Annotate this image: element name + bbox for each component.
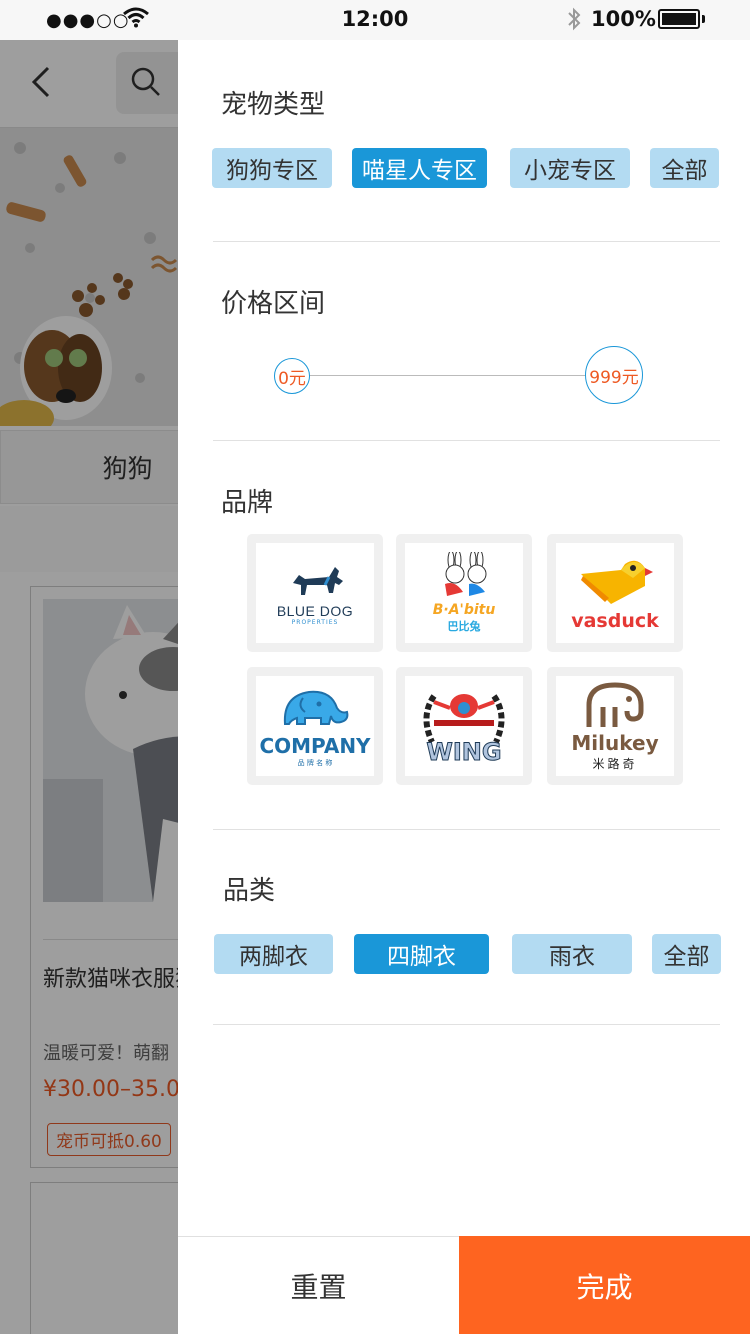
brand-logo: COMPANY 品 牌 名 称 [256,676,374,776]
chip-small-pet-zone[interactable]: 小宠专区 [510,148,630,188]
reset-button[interactable]: 重置 [178,1237,459,1334]
rabbit-couple-icon [445,552,487,596]
brand-blue-dog[interactable]: BLUE DOG PROPERTIES [247,534,383,652]
brand-wing[interactable]: WING [396,667,532,785]
chip-category-all[interactable]: 全部 [652,934,721,974]
bluetooth-icon [566,7,582,35]
brand-name: WING [426,738,502,767]
duck-icon [581,560,653,604]
brand-logo: B·A'bitu 巴比兔 [405,543,523,643]
brand-name: COMPANY [259,734,371,758]
brand-vasduck[interactable]: vasduck [547,534,683,652]
price-slider-track[interactable] [292,375,614,376]
elephant-icon [283,690,349,725]
price-range-title: 价格区间 [221,289,326,319]
chip-raincoat[interactable]: 雨衣 [512,934,632,974]
price-min-handle[interactable]: 0元 [274,358,310,394]
brand-logo: Milukey 米路奇 [556,676,674,776]
category-title: 品类 [223,876,276,906]
elephant-outline-icon [586,681,644,727]
brand-babitu[interactable]: B·A'bitu 巴比兔 [396,534,532,652]
status-bar: ●●●○○ 12:00 100% [0,0,750,40]
brand-logo: WING [405,676,523,776]
battery-percentage: 100% [591,7,656,31]
brand-logo: BLUE DOG PROPERTIES [256,543,374,643]
battery-tip [702,15,705,23]
brand-company[interactable]: COMPANY 品 牌 名 称 [247,667,383,785]
filter-drawer: 宠物类型 狗狗专区 喵星人专区 小宠专区 全部 价格区间 0元 999元 品牌 … [178,40,750,1334]
chip-dog-zone[interactable]: 狗狗专区 [212,148,332,188]
brand-name: B·A'bitu [432,602,496,618]
brand-logo: vasduck [556,543,674,643]
chip-cat-zone[interactable]: 喵星人专区 [352,148,487,188]
brand-sub: 巴比兔 [447,620,481,633]
price-max-handle[interactable]: 999元 [585,346,643,404]
section-divider [213,829,720,830]
section-divider [213,241,720,242]
chip-pet-all[interactable]: 全部 [650,148,719,188]
done-button[interactable]: 完成 [459,1236,750,1334]
brand-name: Milukey [571,730,659,755]
brand-sub: 品 牌 名 称 [297,759,333,767]
chip-two-leg-clothes[interactable]: 两脚衣 [214,934,333,974]
brand-sub: PROPERTIES [291,618,339,626]
battery-icon [658,9,700,29]
brand-milukey[interactable]: Milukey 米路奇 [547,667,683,785]
brand-name: BLUE DOG [276,602,354,619]
pet-type-title: 宠物类型 [221,90,326,120]
section-divider [213,440,720,441]
filter-action-bar: 重置 完成 [178,1236,750,1334]
brand-title: 品牌 [221,488,274,518]
brand-name: vasduck [571,610,659,632]
chip-four-leg-clothes[interactable]: 四脚衣 [354,934,489,974]
section-divider [213,1024,720,1025]
scottie-dog-icon [293,566,343,595]
brand-sub: 米路奇 [592,756,638,771]
